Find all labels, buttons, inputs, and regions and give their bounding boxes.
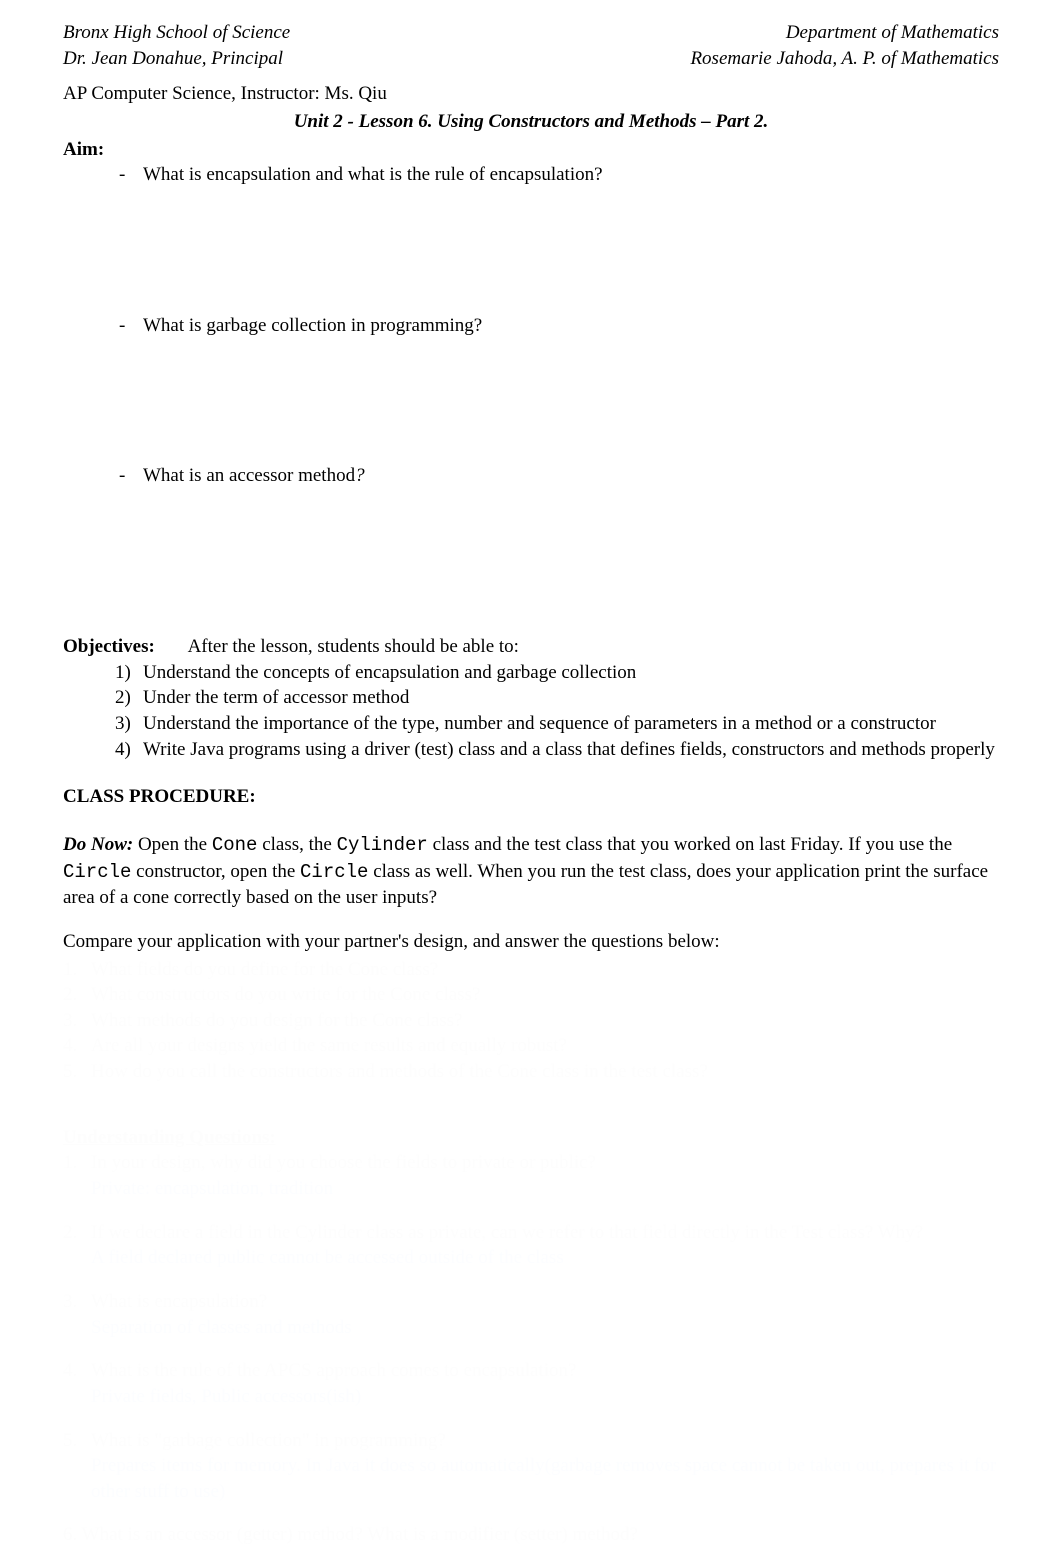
class-procedure-heading: CLASS PROCEDURE:: [63, 784, 999, 810]
bullet-dash: -: [119, 463, 143, 489]
objective-number: 2): [115, 685, 143, 711]
aim-item: - What is garbage collection in programm…: [63, 313, 999, 339]
lesson-title: Unit 2 - Lesson 6. Using Constructors an…: [63, 109, 999, 135]
objective-text: Understand the concepts of encapsulation…: [143, 660, 636, 686]
aim-item: - What is encapsulation and what is the …: [63, 162, 999, 188]
objectives-label: Objectives:: [63, 636, 155, 657]
header-principal: Dr. Jean Donahue, Principal: [63, 46, 283, 72]
compare-paragraph: Compare your application with your partn…: [63, 929, 999, 955]
bullet-dash: -: [119, 313, 143, 339]
question-6: 6. What is an accessor (getter) method? …: [63, 1522, 999, 1548]
do-now-paragraph: Do Now: Open the Cone class, the Cylinde…: [63, 832, 999, 911]
objective-text: Understand the importance of the type, n…: [143, 711, 936, 737]
do-now-label: Do Now:: [63, 834, 133, 855]
aim-item: - What is an accessor method?: [63, 463, 999, 489]
instructor-line: AP Computer Science, Instructor: Ms. Qiu: [63, 81, 999, 107]
aim-text: What is encapsulation and what is the ru…: [143, 162, 603, 188]
aim-text: What is an accessor method?: [143, 463, 365, 489]
understanding-questions-title: Understanding Questions:: [63, 1125, 999, 1151]
objective-text: Under the term of accessor method: [143, 685, 409, 711]
objective-number: 3): [115, 711, 143, 737]
bullet-dash: -: [119, 162, 143, 188]
objective-item: 2) Under the term of accessor method: [63, 685, 999, 711]
header-school: Bronx High School of Science: [63, 20, 290, 46]
aim-text: What is garbage collection in programmin…: [143, 313, 482, 339]
objective-item: 4) Write Java programs using a driver (t…: [63, 737, 999, 763]
aim-label: Aim:: [63, 137, 999, 163]
header-ap: Rosemarie Jahoda, A. P. of Mathematics: [650, 46, 999, 72]
objectives-after: After the lesson, students should be abl…: [188, 636, 519, 657]
objective-text: Write Java programs using a driver (test…: [143, 737, 995, 763]
header-department: Department of Mathematics: [746, 20, 999, 46]
objective-item: 3) Understand the importance of the type…: [63, 711, 999, 737]
objectives-line: Objectives: After the lesson, students s…: [63, 634, 999, 660]
objective-item: 1) Understand the concepts of encapsulat…: [63, 660, 999, 686]
objective-number: 4): [115, 737, 143, 763]
objective-number: 1): [115, 660, 143, 686]
hidden-questions-list: 1.What fields do you define for the Cone…: [63, 957, 999, 1549]
